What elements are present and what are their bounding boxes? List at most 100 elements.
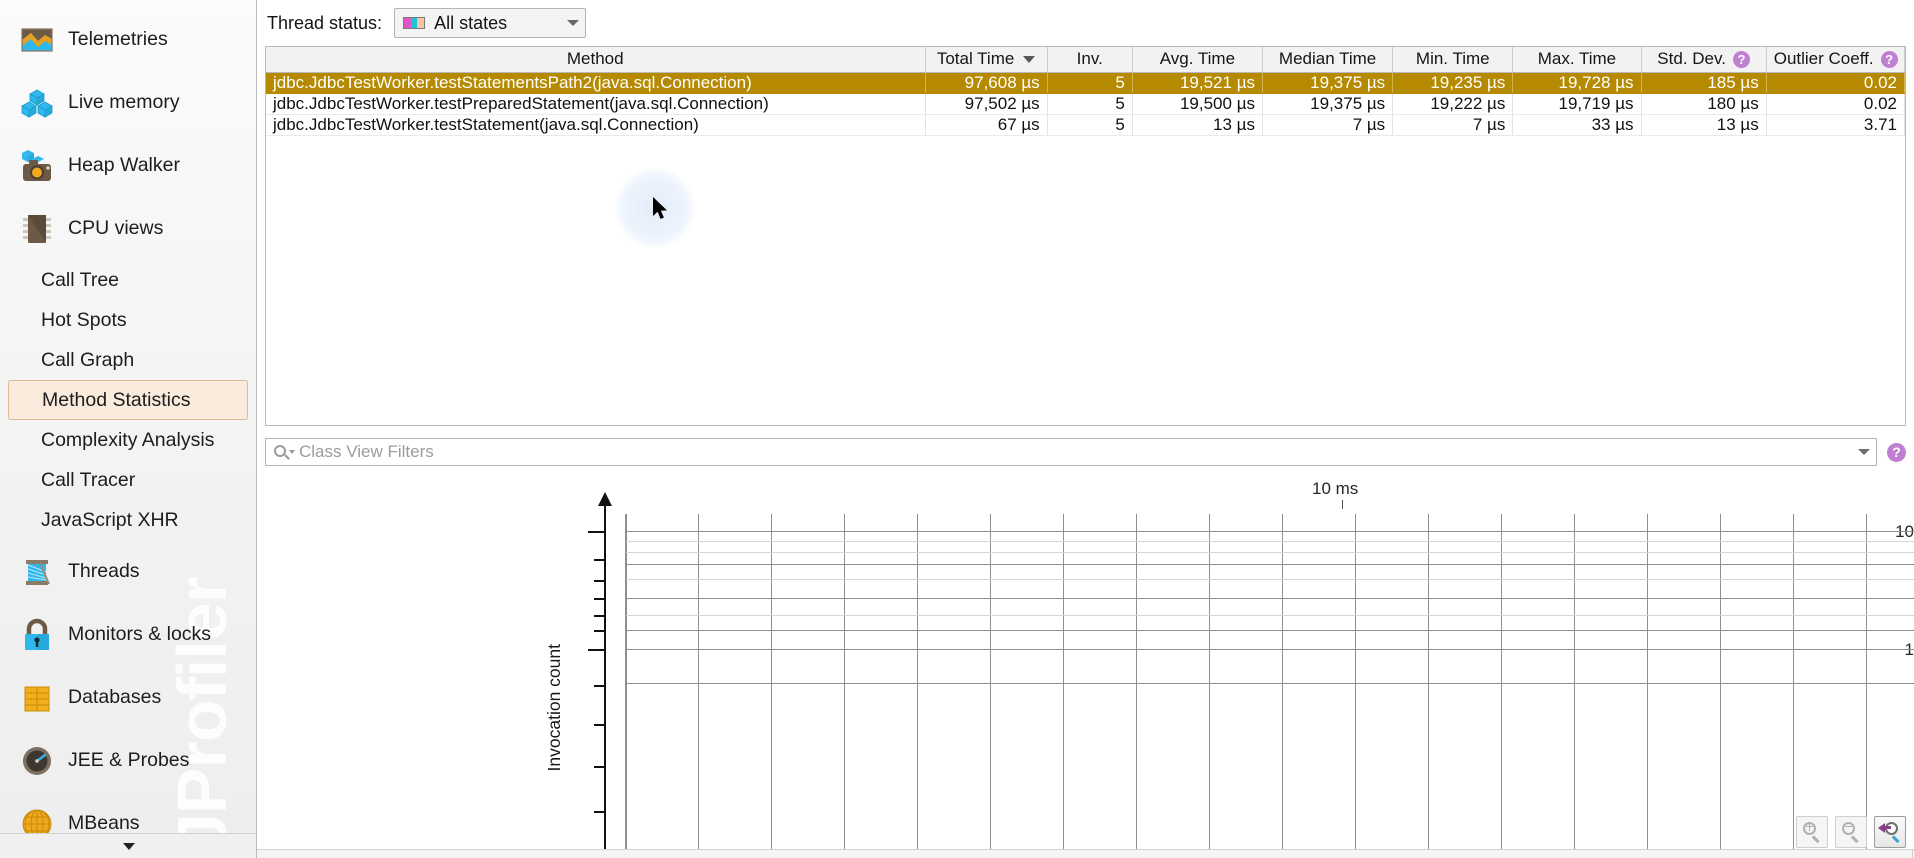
sidebar-item-heap-walker[interactable]: Heap Walker (0, 134, 256, 197)
column-header-min-time[interactable]: Min. Time (1392, 47, 1514, 73)
column-header-inv[interactable]: Inv. (1047, 47, 1133, 73)
sidebar-item-label: Threads (68, 560, 140, 582)
column-header-median-time[interactable]: Median Time (1262, 47, 1394, 73)
chart-zoom-controls (1796, 816, 1906, 848)
sidebar-item-hot-spots[interactable]: Hot Spots (8, 300, 248, 340)
column-header-total-time[interactable]: Total Time (925, 47, 1048, 73)
zoom-out-button[interactable] (1835, 816, 1867, 848)
cell-median-time: 7 µs (1262, 114, 1394, 136)
bottom-status-strip (257, 849, 1914, 858)
sidebar-item-label: CPU views (68, 217, 164, 239)
cell-std-dev: 185 µs (1641, 72, 1767, 94)
sidebar-item-cpu-views[interactable]: CPU views (0, 197, 256, 260)
table-row[interactable]: jdbc.JdbcTestWorker.testPreparedStatemen… (266, 93, 1905, 115)
column-label: Method (566, 49, 624, 69)
column-label: Total Time (936, 49, 1015, 69)
cell-avg-time: 19,521 µs (1132, 72, 1263, 94)
column-header-max-time[interactable]: Max. Time (1512, 47, 1642, 73)
sidebar-item-databases[interactable]: Databases (0, 666, 256, 729)
jprofiler-window: JProfiler Telemetries Live memory Heap W… (0, 0, 1914, 858)
sidebar-item-method-statistics[interactable]: Method Statistics (8, 380, 248, 420)
sidebar-item-label: Heap Walker (68, 154, 180, 176)
thread-status-value: All states (434, 12, 508, 33)
sidebar-item-complexity-analysis[interactable]: Complexity Analysis (8, 420, 248, 460)
sidebar-item-label: JavaScript XHR (41, 508, 179, 531)
column-label: Median Time (1278, 49, 1377, 69)
column-header-outlier-coeff[interactable]: Outlier Coeff.? (1766, 47, 1905, 73)
cell-method: jdbc.JdbcTestWorker.testStatementsPath2(… (266, 72, 926, 94)
table-row[interactable]: jdbc.JdbcTestWorker.testStatementsPath2(… (266, 72, 1905, 94)
magnifier-plus-icon (1802, 822, 1822, 843)
search-icon[interactable] (274, 444, 295, 461)
sidebar-item-label: Call Graph (41, 348, 135, 371)
chevron-down-icon (567, 20, 580, 26)
class-view-filters-input[interactable]: Class View Filters (265, 438, 1877, 466)
sidebar-item-threads[interactable]: Threads (0, 540, 256, 603)
column-label: Inv. (1076, 49, 1103, 69)
y-axis-arrow (598, 492, 612, 506)
jee-probes-icon (18, 742, 56, 780)
sidebar-item-telemetries[interactable]: Telemetries (0, 8, 256, 71)
sidebar-more-button[interactable] (0, 833, 256, 858)
live-memory-icon (18, 84, 56, 122)
main-panel: Thread status: All states Method Total T… (257, 0, 1914, 858)
databases-icon (18, 679, 56, 717)
help-icon[interactable]: ? (1880, 51, 1898, 69)
cell-min-time: 19,235 µs (1392, 72, 1514, 94)
sidebar-item-call-tree[interactable]: Call Tree (8, 260, 248, 300)
heap-walker-icon (18, 147, 56, 185)
column-header-method[interactable]: Method (266, 47, 926, 73)
sidebar-item-jee-probes[interactable]: JEE & Probes (0, 729, 256, 792)
sidebar-item-label: Databases (68, 686, 162, 708)
cell-outlier-coeff: 0.02 (1766, 93, 1905, 115)
help-icon[interactable]: ? (1887, 442, 1906, 462)
zoom-in-button[interactable] (1796, 816, 1828, 848)
sidebar-item-call-graph[interactable]: Call Graph (8, 340, 248, 380)
call-duration-histogram: Invocation count 10 1 10 ms 20 ms (257, 474, 1914, 858)
sidebar-item-label: Method Statistics (42, 388, 191, 411)
telemetries-icon (18, 21, 56, 59)
sidebar: JProfiler Telemetries Live memory Heap W… (0, 0, 257, 858)
sidebar-item-label: JEE & Probes (68, 749, 190, 771)
cell-total-time: 97,608 µs (925, 72, 1048, 94)
zoom-reset-button[interactable] (1874, 816, 1906, 848)
cell-avg-time: 13 µs (1132, 114, 1263, 136)
cell-total-time: 67 µs (925, 114, 1048, 136)
sidebar-item-live-memory[interactable]: Live memory (0, 71, 256, 134)
sidebar-item-label: Complexity Analysis (41, 428, 215, 451)
thread-status-dropdown[interactable]: All states (394, 8, 587, 38)
cell-std-dev: 13 µs (1641, 114, 1767, 136)
thread-states-icon (403, 17, 426, 29)
table-header-row: Method Total Time Inv. Avg. Time Median … (266, 47, 1905, 73)
cell-outlier-coeff: 3.71 (1766, 114, 1905, 136)
cell-avg-time: 19,500 µs (1132, 93, 1263, 115)
y-axis-line (604, 504, 606, 858)
column-label: Min. Time (1415, 49, 1490, 69)
cell-max-time: 19,728 µs (1512, 72, 1642, 94)
sidebar-item-monitors-locks[interactable]: Monitors & locks (0, 603, 256, 666)
sidebar-item-call-tracer[interactable]: Call Tracer (8, 460, 248, 500)
table-row[interactable]: jdbc.JdbcTestWorker.testStatement(java.s… (266, 114, 1905, 136)
column-label: Std. Dev. (1657, 49, 1726, 69)
sidebar-item-label: Call Tree (41, 268, 120, 291)
sidebar-item-javascript-xhr[interactable]: JavaScript XHR (8, 500, 248, 540)
column-label: Max. Time (1537, 49, 1617, 69)
x-tick-label: 10 ms (1312, 479, 1359, 498)
method-statistics-table-panel: Method Total Time Inv. Avg. Time Median … (265, 46, 1906, 426)
column-header-avg-time[interactable]: Avg. Time (1132, 47, 1263, 73)
help-icon[interactable]: ? (1732, 51, 1750, 69)
cell-median-time: 19,375 µs (1262, 72, 1394, 94)
chevron-down-icon (122, 842, 135, 850)
cell-max-time: 19,719 µs (1512, 93, 1642, 115)
plot-area[interactable] (625, 514, 1914, 858)
cell-total-time: 97,502 µs (925, 93, 1048, 115)
column-header-std-dev[interactable]: Std. Dev.? (1641, 47, 1767, 73)
cell-std-dev: 180 µs (1641, 93, 1767, 115)
y-axis-title: Invocation count (544, 644, 564, 772)
column-label: Avg. Time (1159, 49, 1236, 69)
cell-inv: 5 (1047, 114, 1133, 136)
cell-outlier-coeff: 0.02 (1766, 72, 1905, 94)
cell-max-time: 33 µs (1512, 114, 1642, 136)
sidebar-item-label: Monitors & locks (68, 623, 212, 645)
chevron-down-icon[interactable] (1858, 449, 1870, 455)
